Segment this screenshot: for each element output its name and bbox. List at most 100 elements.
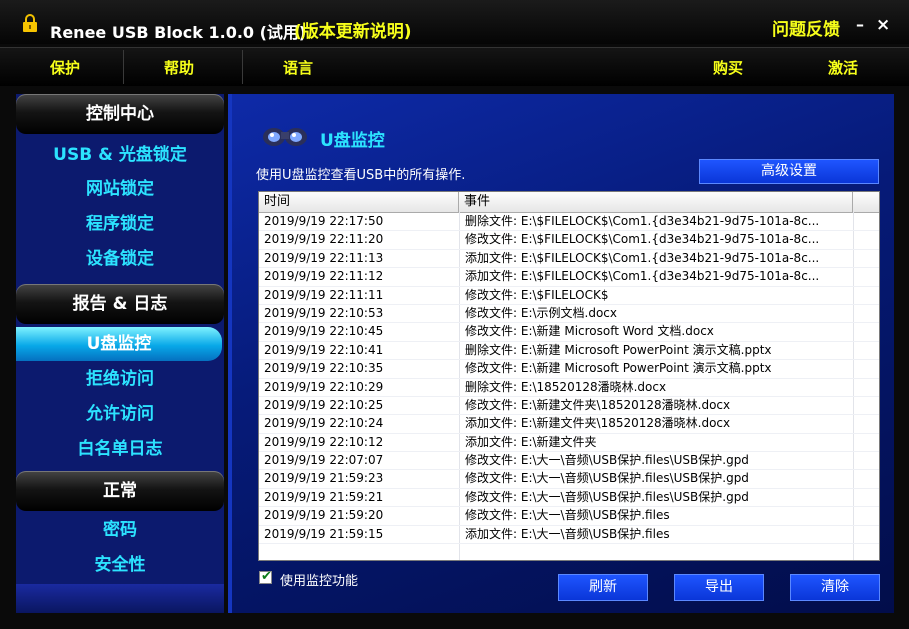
- monitor-checkbox-label[interactable]: 使用监控功能: [280, 570, 358, 589]
- refresh-button[interactable]: 刷新: [558, 574, 648, 601]
- menu-help[interactable]: 帮助: [164, 57, 194, 78]
- table-row[interactable]: 2019/9/19 22:17:50 删除文件: E:\$FILELOCK$\Co…: [259, 213, 879, 232]
- table-row[interactable]: 2019/9/19 22:10:25 修改文件: E:\新建文件夹\1852012…: [259, 397, 879, 416]
- row-event: 删除文件: E:\18520128潘晓林.docx: [465, 379, 667, 394]
- sidebar-item-website-lock[interactable]: 网站锁定: [16, 174, 224, 204]
- sidebar: 控制中心 USB & 光盘锁定 网站锁定 程序锁定 设备锁定 报告 & 日志 U…: [16, 94, 224, 613]
- table-row[interactable]: 2019/9/19 22:10:35 修改文件: E:\新建 Microsoft …: [259, 360, 879, 379]
- app-window: Renee USB Block 1.0.0 (试用) (版本更新说明) 问题反馈…: [0, 0, 909, 629]
- export-button[interactable]: 导出: [674, 574, 764, 601]
- table-row[interactable]: 2019/9/19 22:10:41 删除文件: E:\新建 Microsoft …: [259, 342, 879, 361]
- sidebar-item-security[interactable]: 安全性: [16, 550, 224, 580]
- usb-event-table[interactable]: 时间 事件 2019/9/19 22:17:50 删除文件: E:\$FILELO…: [258, 191, 880, 561]
- row-event: 删除文件: E:\$FILELOCK$\Com1.{d3e34b21-9d75-…: [465, 214, 820, 228]
- row-event: 修改文件: E:\大一\音频\USB保护.files: [465, 508, 670, 523]
- row-time: 2019/9/19 21:59:15: [264, 526, 384, 541]
- sidebar-item-password[interactable]: 密码: [16, 515, 224, 545]
- row-time: 2019/9/19 22:17:50: [264, 214, 384, 228]
- sidebar-item-whitelist-log[interactable]: 白名单日志: [16, 434, 224, 464]
- table-row[interactable]: 2019/9/19 22:10:45 修改文件: E:\新建 Microsoft …: [259, 323, 879, 342]
- column-header-event[interactable]: 事件: [459, 192, 853, 212]
- page-description: 使用U盘监控查看USB中的所有操作.: [256, 168, 466, 183]
- section-header-control-center: 控制中心: [16, 94, 224, 134]
- minimize-button[interactable]: –: [856, 15, 864, 34]
- lock-icon: [23, 14, 37, 32]
- row-time: 2019/9/19 22:10:41: [264, 342, 384, 357]
- row-event: 修改文件: E:\大一\音频\USB保护.files\USB保护.gpd: [465, 489, 749, 504]
- row-event: 添加文件: E:\$FILELOCK$\Com1.{d3e34b21-9d75-…: [465, 250, 820, 265]
- row-time: 2019/9/19 22:11:11: [264, 287, 384, 302]
- sidebar-item-usb-monitor[interactable]: U盘监控: [16, 327, 222, 361]
- row-time: 2019/9/19 21:59:23: [264, 471, 384, 486]
- table-body: 2019/9/19 22:17:50 删除文件: E:\$FILELOCK$\Co…: [259, 213, 879, 545]
- row-event: 删除文件: E:\新建 Microsoft PowerPoint 演示文稿.pp…: [465, 342, 772, 357]
- title-bar: Renee USB Block 1.0.0 (试用) (版本更新说明) 问题反馈…: [0, 0, 909, 44]
- row-event: 修改文件: E:\$FILELOCK$\Com1.{d3e34b21-9d75-…: [465, 232, 820, 247]
- row-event: 修改文件: E:\新建 Microsoft PowerPoint 演示文稿.pp…: [465, 361, 772, 376]
- table-row[interactable]: 2019/9/19 22:11:11 修改文件: E:\$FILELOCK$: [259, 287, 879, 305]
- menu-divider: [123, 50, 124, 84]
- table-row[interactable]: 2019/9/19 22:10:24 添加文件: E:\新建文件夹\1852012…: [259, 415, 879, 434]
- table-row[interactable]: 2019/9/19 22:11:13 添加文件: E:\$FILELOCK$\Co…: [259, 250, 879, 269]
- table-row[interactable]: 2019/9/19 21:59:20 修改文件: E:\大一\音频\USB保护.f…: [259, 507, 879, 526]
- app-title: Renee USB Block 1.0.0 (试用): [50, 23, 307, 42]
- menu-divider: [242, 50, 243, 84]
- row-event: 修改文件: E:\新建 Microsoft Word 文档.docx: [465, 324, 714, 339]
- menu-buy[interactable]: 购买: [713, 57, 743, 78]
- table-row[interactable]: 2019/9/19 22:07:07 修改文件: E:\大一\音频\USB保护.f…: [259, 452, 879, 471]
- sidebar-footer: [16, 584, 224, 613]
- menu-protect[interactable]: 保护: [50, 57, 80, 78]
- sidebar-item-device-lock[interactable]: 设备锁定: [16, 244, 224, 274]
- sidebar-item-usb-disc-lock[interactable]: USB & 光盘锁定: [16, 140, 224, 170]
- check-mark-icon: ✔: [261, 569, 272, 584]
- monitor-checkbox[interactable]: ✔: [259, 569, 272, 584]
- table-row[interactable]: 2019/9/19 22:10:29 删除文件: E:\18520128潘晓林.d…: [259, 379, 879, 397]
- row-event: 添加文件: E:\$FILELOCK$\Com1.{d3e34b21-9d75-…: [465, 269, 820, 284]
- table-row[interactable]: 2019/9/19 22:10:53 修改文件: E:\示例文档.docx: [259, 305, 879, 324]
- page-title: U盘监控: [320, 131, 385, 151]
- row-time: 2019/9/19 22:07:07: [264, 453, 384, 468]
- row-event: 添加文件: E:\大一\音频\USB保护.files: [465, 526, 670, 541]
- row-event: 修改文件: E:\大一\音频\USB保护.files\USB保护.gpd: [465, 471, 749, 486]
- close-button[interactable]: ×: [876, 15, 890, 35]
- sidebar-item-access-denied[interactable]: 拒绝访问: [16, 364, 224, 394]
- row-time: 2019/9/19 22:11:12: [264, 269, 384, 284]
- row-event: 修改文件: E:\大一\音频\USB保护.files\USB保护.gpd: [465, 453, 749, 468]
- table-row[interactable]: 2019/9/19 22:10:12 添加文件: E:\新建文件夹: [259, 434, 879, 453]
- row-time: 2019/9/19 22:10:24: [264, 416, 384, 431]
- section-header-report-log: 报告 & 日志: [16, 284, 224, 324]
- feedback-link[interactable]: 问题反馈: [772, 15, 840, 40]
- main-panel: U盘监控 使用U盘监控查看USB中的所有操作. 高级设置 时间 事件 2019/…: [228, 94, 894, 613]
- column-header-time[interactable]: 时间: [259, 192, 459, 212]
- row-time: 2019/9/19 22:11:13: [264, 250, 384, 265]
- table-row[interactable]: 2019/9/19 21:59:15 添加文件: E:\大一\音频\USB保护.f…: [259, 526, 879, 545]
- row-event: 修改文件: E:\$FILELOCK$: [465, 287, 609, 302]
- row-event: 修改文件: E:\新建文件夹\18520128潘晓林.docx: [465, 397, 731, 412]
- table-row[interactable]: 2019/9/19 21:59:23 修改文件: E:\大一\音频\USB保护.f…: [259, 470, 879, 489]
- clear-button[interactable]: 清除: [790, 574, 880, 601]
- table-header: 时间 事件: [259, 192, 879, 213]
- row-time: 2019/9/19 22:10:29: [264, 379, 384, 394]
- sidebar-item-access-allowed[interactable]: 允许访问: [16, 399, 224, 429]
- menu-bar: 保护 帮助 语言 购买 激活: [0, 47, 909, 86]
- row-time: 2019/9/19 22:10:53: [264, 305, 384, 320]
- binoculars-icon: [263, 128, 307, 146]
- sidebar-item-program-lock[interactable]: 程序锁定: [16, 209, 224, 239]
- table-row[interactable]: 2019/9/19 21:59:21 修改文件: E:\大一\音频\USB保护.f…: [259, 489, 879, 508]
- update-notes-link[interactable]: (版本更新说明): [294, 17, 412, 42]
- section-header-general: 正常: [16, 471, 224, 511]
- table-row[interactable]: 2019/9/19 22:11:20 修改文件: E:\$FILELOCK$\Co…: [259, 231, 879, 250]
- row-time: 2019/9/19 21:59:20: [264, 508, 384, 523]
- menu-activate[interactable]: 激活: [828, 57, 858, 78]
- row-time: 2019/9/19 22:11:20: [264, 232, 384, 247]
- row-event: 添加文件: E:\新建文件夹: [465, 434, 597, 449]
- table-row[interactable]: 2019/9/19 22:11:12 添加文件: E:\$FILELOCK$\Co…: [259, 268, 879, 287]
- advanced-settings-button[interactable]: 高级设置: [699, 159, 879, 184]
- row-time: 2019/9/19 22:10:12: [264, 434, 384, 449]
- menu-language[interactable]: 语言: [283, 57, 313, 78]
- row-time: 2019/9/19 22:10:25: [264, 397, 384, 412]
- row-event: 修改文件: E:\示例文档.docx: [465, 305, 617, 320]
- row-time: 2019/9/19 22:10:45: [264, 324, 384, 339]
- row-event: 添加文件: E:\新建文件夹\18520128潘晓林.docx: [465, 416, 731, 431]
- row-time: 2019/9/19 21:59:21: [264, 489, 384, 504]
